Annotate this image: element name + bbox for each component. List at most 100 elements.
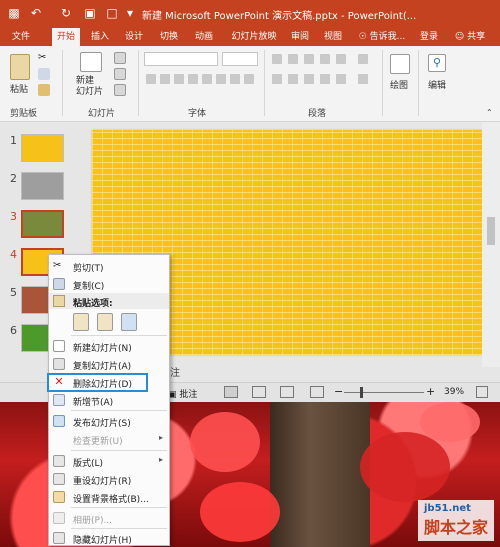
- tell-me-box[interactable]: ☉ 告诉我...: [356, 28, 408, 46]
- undo-icon[interactable]: ↶: [28, 5, 44, 21]
- font-size-combo[interactable]: [222, 52, 258, 66]
- divider: [264, 50, 265, 116]
- edit-button-label[interactable]: 编辑: [428, 78, 446, 91]
- redo-icon[interactable]: ↻: [58, 5, 74, 21]
- copy-icon[interactable]: [38, 68, 50, 80]
- menu-item-new-slide[interactable]: 新建幻灯片(N): [49, 337, 169, 355]
- zoom-in-icon[interactable]: +: [426, 385, 435, 398]
- ribbon-tabs: 文件 开始 插入 设计 切换 动画 幻灯片放映 审阅 视图 ☉ 告诉我... 登…: [0, 28, 500, 46]
- menu-item-reset-slide[interactable]: 重设幻灯片(R): [49, 470, 169, 488]
- slide-thumbnail[interactable]: [21, 134, 64, 162]
- line-spacing-icon[interactable]: [336, 54, 346, 64]
- align-text-icon[interactable]: [358, 74, 368, 84]
- format-painter-icon[interactable]: [38, 84, 50, 96]
- customize-qat-icon[interactable]: ▾: [122, 5, 138, 21]
- slide-thumbnail[interactable]: [21, 210, 64, 238]
- divider: [71, 410, 167, 411]
- slide-sorter-icon[interactable]: [252, 386, 266, 398]
- italic-icon[interactable]: [160, 74, 170, 84]
- new-slide-button-label[interactable]: 新建 幻灯片: [76, 76, 103, 98]
- tab-review[interactable]: 审阅: [287, 28, 313, 46]
- menu-item-hide-slide[interactable]: 隐藏幻灯片(H): [49, 529, 169, 547]
- paste-picture-icon[interactable]: [121, 313, 137, 331]
- menu-item-label: 设置背景格式(B)...: [73, 495, 149, 505]
- columns-icon[interactable]: [336, 74, 346, 84]
- paste-keep-source-format-icon[interactable]: [97, 313, 113, 331]
- normal-view-icon[interactable]: [224, 386, 238, 398]
- paste-icon[interactable]: [10, 54, 30, 80]
- tab-home[interactable]: 开始: [52, 28, 80, 46]
- font-name-combo[interactable]: [144, 52, 218, 66]
- paste-options-label: 粘贴选项:: [73, 299, 113, 309]
- numbering-icon[interactable]: [288, 54, 298, 64]
- text-direction-icon[interactable]: [358, 54, 368, 64]
- fit-to-window-icon[interactable]: [476, 386, 488, 398]
- new-slide-icon: [53, 340, 65, 352]
- menu-item-label: 发布幻灯片(S): [73, 419, 131, 429]
- menu-item-add-section[interactable]: 新增节(A): [49, 391, 169, 409]
- paste-use-destination-theme-icon[interactable]: [73, 313, 89, 331]
- zoom-out-icon[interactable]: −: [334, 385, 343, 398]
- divider: [138, 50, 139, 116]
- divider: [382, 50, 383, 116]
- comments-button[interactable]: ▣ 批注: [168, 387, 197, 400]
- section-icon[interactable]: [114, 84, 126, 96]
- menu-item-copy[interactable]: 复制(C): [49, 275, 169, 293]
- font-color-icon[interactable]: [244, 74, 254, 84]
- align-right-icon[interactable]: [304, 74, 314, 84]
- increase-indent-icon[interactable]: [320, 54, 330, 64]
- new-file-icon[interactable]: □: [104, 5, 120, 21]
- paste-button-label[interactable]: 粘贴: [10, 82, 28, 95]
- bold-icon[interactable]: [146, 74, 156, 84]
- submenu-arrow-icon: ▸: [158, 433, 163, 442]
- menu-item-format-background[interactable]: 设置背景格式(B)...: [49, 488, 169, 506]
- find-icon[interactable]: ⚲: [428, 54, 446, 72]
- collapse-ribbon-icon[interactable]: ⌃: [486, 108, 493, 117]
- cut-icon[interactable]: ✂: [38, 52, 50, 64]
- login-link[interactable]: 登录: [416, 28, 442, 46]
- start-from-beginning-icon[interactable]: ▣: [82, 5, 98, 21]
- menu-item-layout[interactable]: 版式(L) ▸: [49, 452, 169, 470]
- save-icon[interactable]: ▩: [6, 5, 22, 21]
- reading-view-icon[interactable]: [280, 386, 294, 398]
- draw-button-label[interactable]: 绘图: [390, 78, 408, 91]
- slide-number: 5: [10, 286, 17, 299]
- layout-icon[interactable]: [114, 52, 126, 64]
- zoom-slider[interactable]: [344, 392, 424, 393]
- menu-item-publish-slides[interactable]: 发布幻灯片(S): [49, 412, 169, 430]
- change-case-icon[interactable]: [230, 74, 240, 84]
- tell-me-label: 告诉我...: [369, 32, 406, 42]
- decrease-indent-icon[interactable]: [304, 54, 314, 64]
- tab-transitions[interactable]: 切换: [155, 28, 183, 46]
- share-button[interactable]: ☺ 共享: [448, 28, 492, 46]
- hide-slide-icon: [53, 532, 65, 544]
- vertical-scrollbar[interactable]: [482, 122, 500, 367]
- align-center-icon[interactable]: [288, 74, 298, 84]
- zoom-level[interactable]: 39%: [444, 387, 464, 397]
- notes-pane-label[interactable]: 注: [170, 364, 180, 379]
- tab-animations[interactable]: 动画: [190, 28, 218, 46]
- tab-insert[interactable]: 插入: [86, 28, 114, 46]
- tab-slideshow[interactable]: 幻灯片放映: [226, 28, 282, 46]
- tab-design[interactable]: 设计: [120, 28, 148, 46]
- menu-item-cut[interactable]: ✂ 剪切(T): [49, 257, 169, 275]
- slideshow-view-icon[interactable]: [310, 386, 324, 398]
- tab-view[interactable]: 视图: [320, 28, 346, 46]
- shadow-icon[interactable]: [188, 74, 198, 84]
- scrollbar-thumb[interactable]: [487, 217, 495, 245]
- reset-icon[interactable]: [114, 68, 126, 80]
- zoom-slider-handle[interactable]: [360, 387, 363, 398]
- strikethrough-icon[interactable]: [202, 74, 212, 84]
- char-spacing-icon[interactable]: [216, 74, 226, 84]
- slide-thumbnail[interactable]: [21, 172, 64, 200]
- submenu-arrow-icon: ▸: [158, 455, 163, 464]
- draw-shapes-icon[interactable]: [390, 54, 410, 74]
- justify-icon[interactable]: [320, 74, 330, 84]
- menu-item-duplicate-slide[interactable]: 复制幻灯片(A): [49, 355, 169, 373]
- new-slide-icon[interactable]: [80, 52, 102, 72]
- tab-file[interactable]: 文件: [6, 28, 36, 46]
- leaf-cluster: [360, 432, 450, 502]
- align-left-icon[interactable]: [272, 74, 282, 84]
- bullets-icon[interactable]: [272, 54, 282, 64]
- underline-icon[interactable]: [174, 74, 184, 84]
